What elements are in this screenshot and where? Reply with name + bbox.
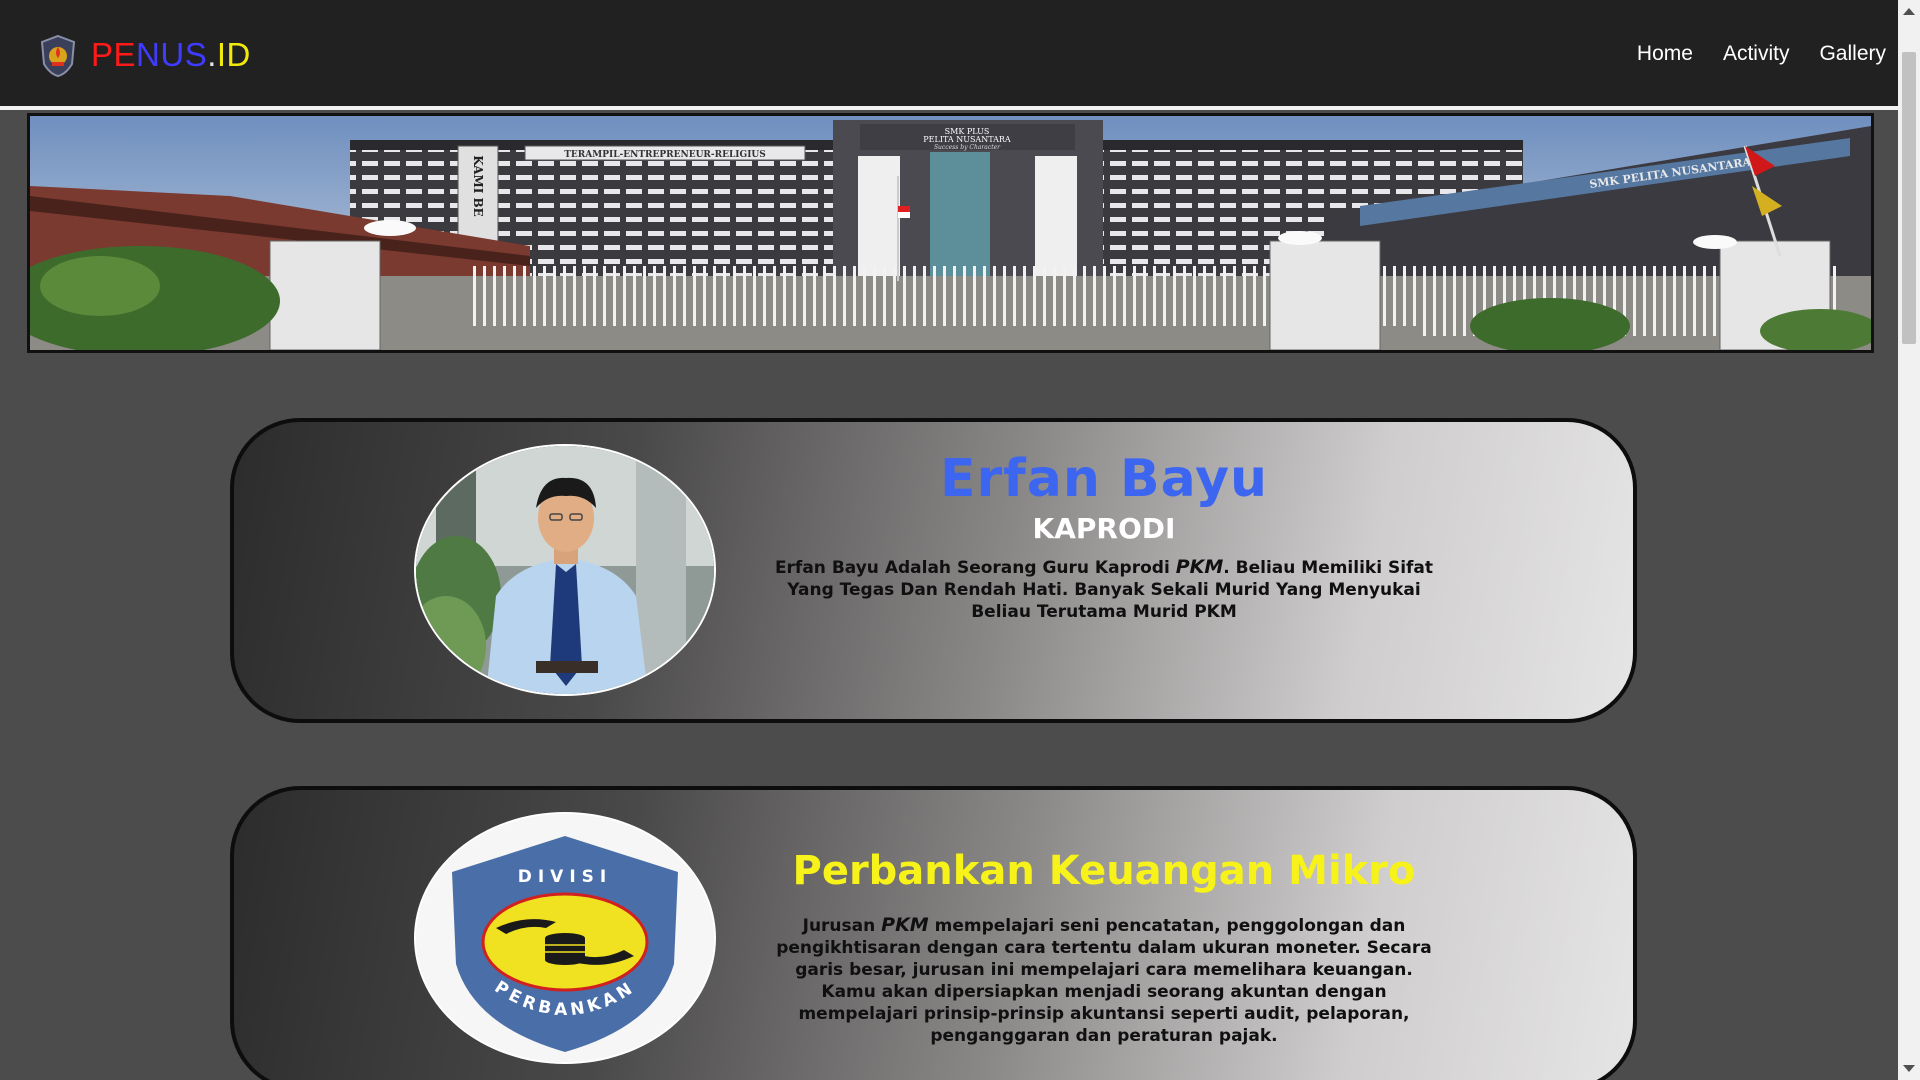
major-desc-part1: Jurusan — [802, 916, 882, 936]
scrollbar-thumb[interactable] — [1902, 52, 1916, 344]
major-desc-em: PKM — [881, 914, 929, 936]
brand-pe: PE — [91, 36, 137, 73]
teacher-role: KAPRODI — [1032, 512, 1176, 545]
brand-nus: NUS — [136, 36, 208, 73]
teacher-photo — [414, 444, 716, 696]
page: PENUS.ID Home Activity Gallery SMK PLUS … — [0, 0, 1920, 1080]
hero-sign-line3: Success by Character — [934, 144, 1001, 151]
hero-pillar-text: KAMI BE — [471, 155, 485, 217]
scroll-up-arrow-icon[interactable] — [1903, 8, 1915, 15]
page-scrollbar[interactable] — [1898, 0, 1920, 1080]
teacher-card: Erfan Bayu KAPRODI Erfan Bayu Adalah Seo… — [230, 418, 1637, 723]
major-info: Perbankan Keuangan Mikro Jurusan PKM mem… — [774, 846, 1434, 1047]
brand-dot: . — [207, 36, 217, 73]
nav-link-gallery[interactable]: Gallery — [1819, 40, 1886, 68]
nav-link-home[interactable]: Home — [1637, 40, 1693, 68]
teacher-description: Erfan Bayu Adalah Seorang Guru Kaprodi P… — [774, 556, 1434, 623]
emblem-top-text: DIVISI — [518, 867, 613, 887]
major-description: Jurusan PKM mempelajari seni pencatatan,… — [774, 914, 1434, 1047]
scroll-down-arrow-icon[interactable] — [1903, 1065, 1915, 1072]
teacher-desc-em: PKM — [1175, 556, 1224, 578]
brand-id: ID — [216, 36, 251, 73]
major-card: DIVISI PERBANKAN Perbankan Keuangan Mikr… — [230, 786, 1637, 1080]
hero-school-photo: SMK PLUS PELITA NUSANTARA Success by Cha… — [27, 113, 1874, 353]
nav-links: Home Activity Gallery — [1637, 40, 1886, 68]
school-logo-icon[interactable] — [38, 34, 78, 78]
navbar: PENUS.ID Home Activity Gallery — [0, 0, 1898, 110]
hero-sign-line2: PELITA NUSANTARA — [923, 135, 1011, 144]
hero-banner-text: TERAMPIL-ENTREPRENEUR-RELIGIUS — [564, 150, 766, 160]
major-title: Perbankan Keuangan Mikro — [792, 848, 1416, 894]
teacher-info: Erfan Bayu KAPRODI Erfan Bayu Adalah Seo… — [774, 448, 1434, 623]
teacher-desc-part1: Erfan Bayu Adalah Seorang Guru Kaprodi — [774, 558, 1176, 578]
nav-link-activity[interactable]: Activity — [1723, 40, 1790, 68]
division-emblem: DIVISI PERBANKAN — [414, 812, 716, 1064]
teacher-name: Erfan Bayu — [939, 449, 1269, 509]
brand-logo-text[interactable]: PENUS.ID — [91, 34, 251, 76]
